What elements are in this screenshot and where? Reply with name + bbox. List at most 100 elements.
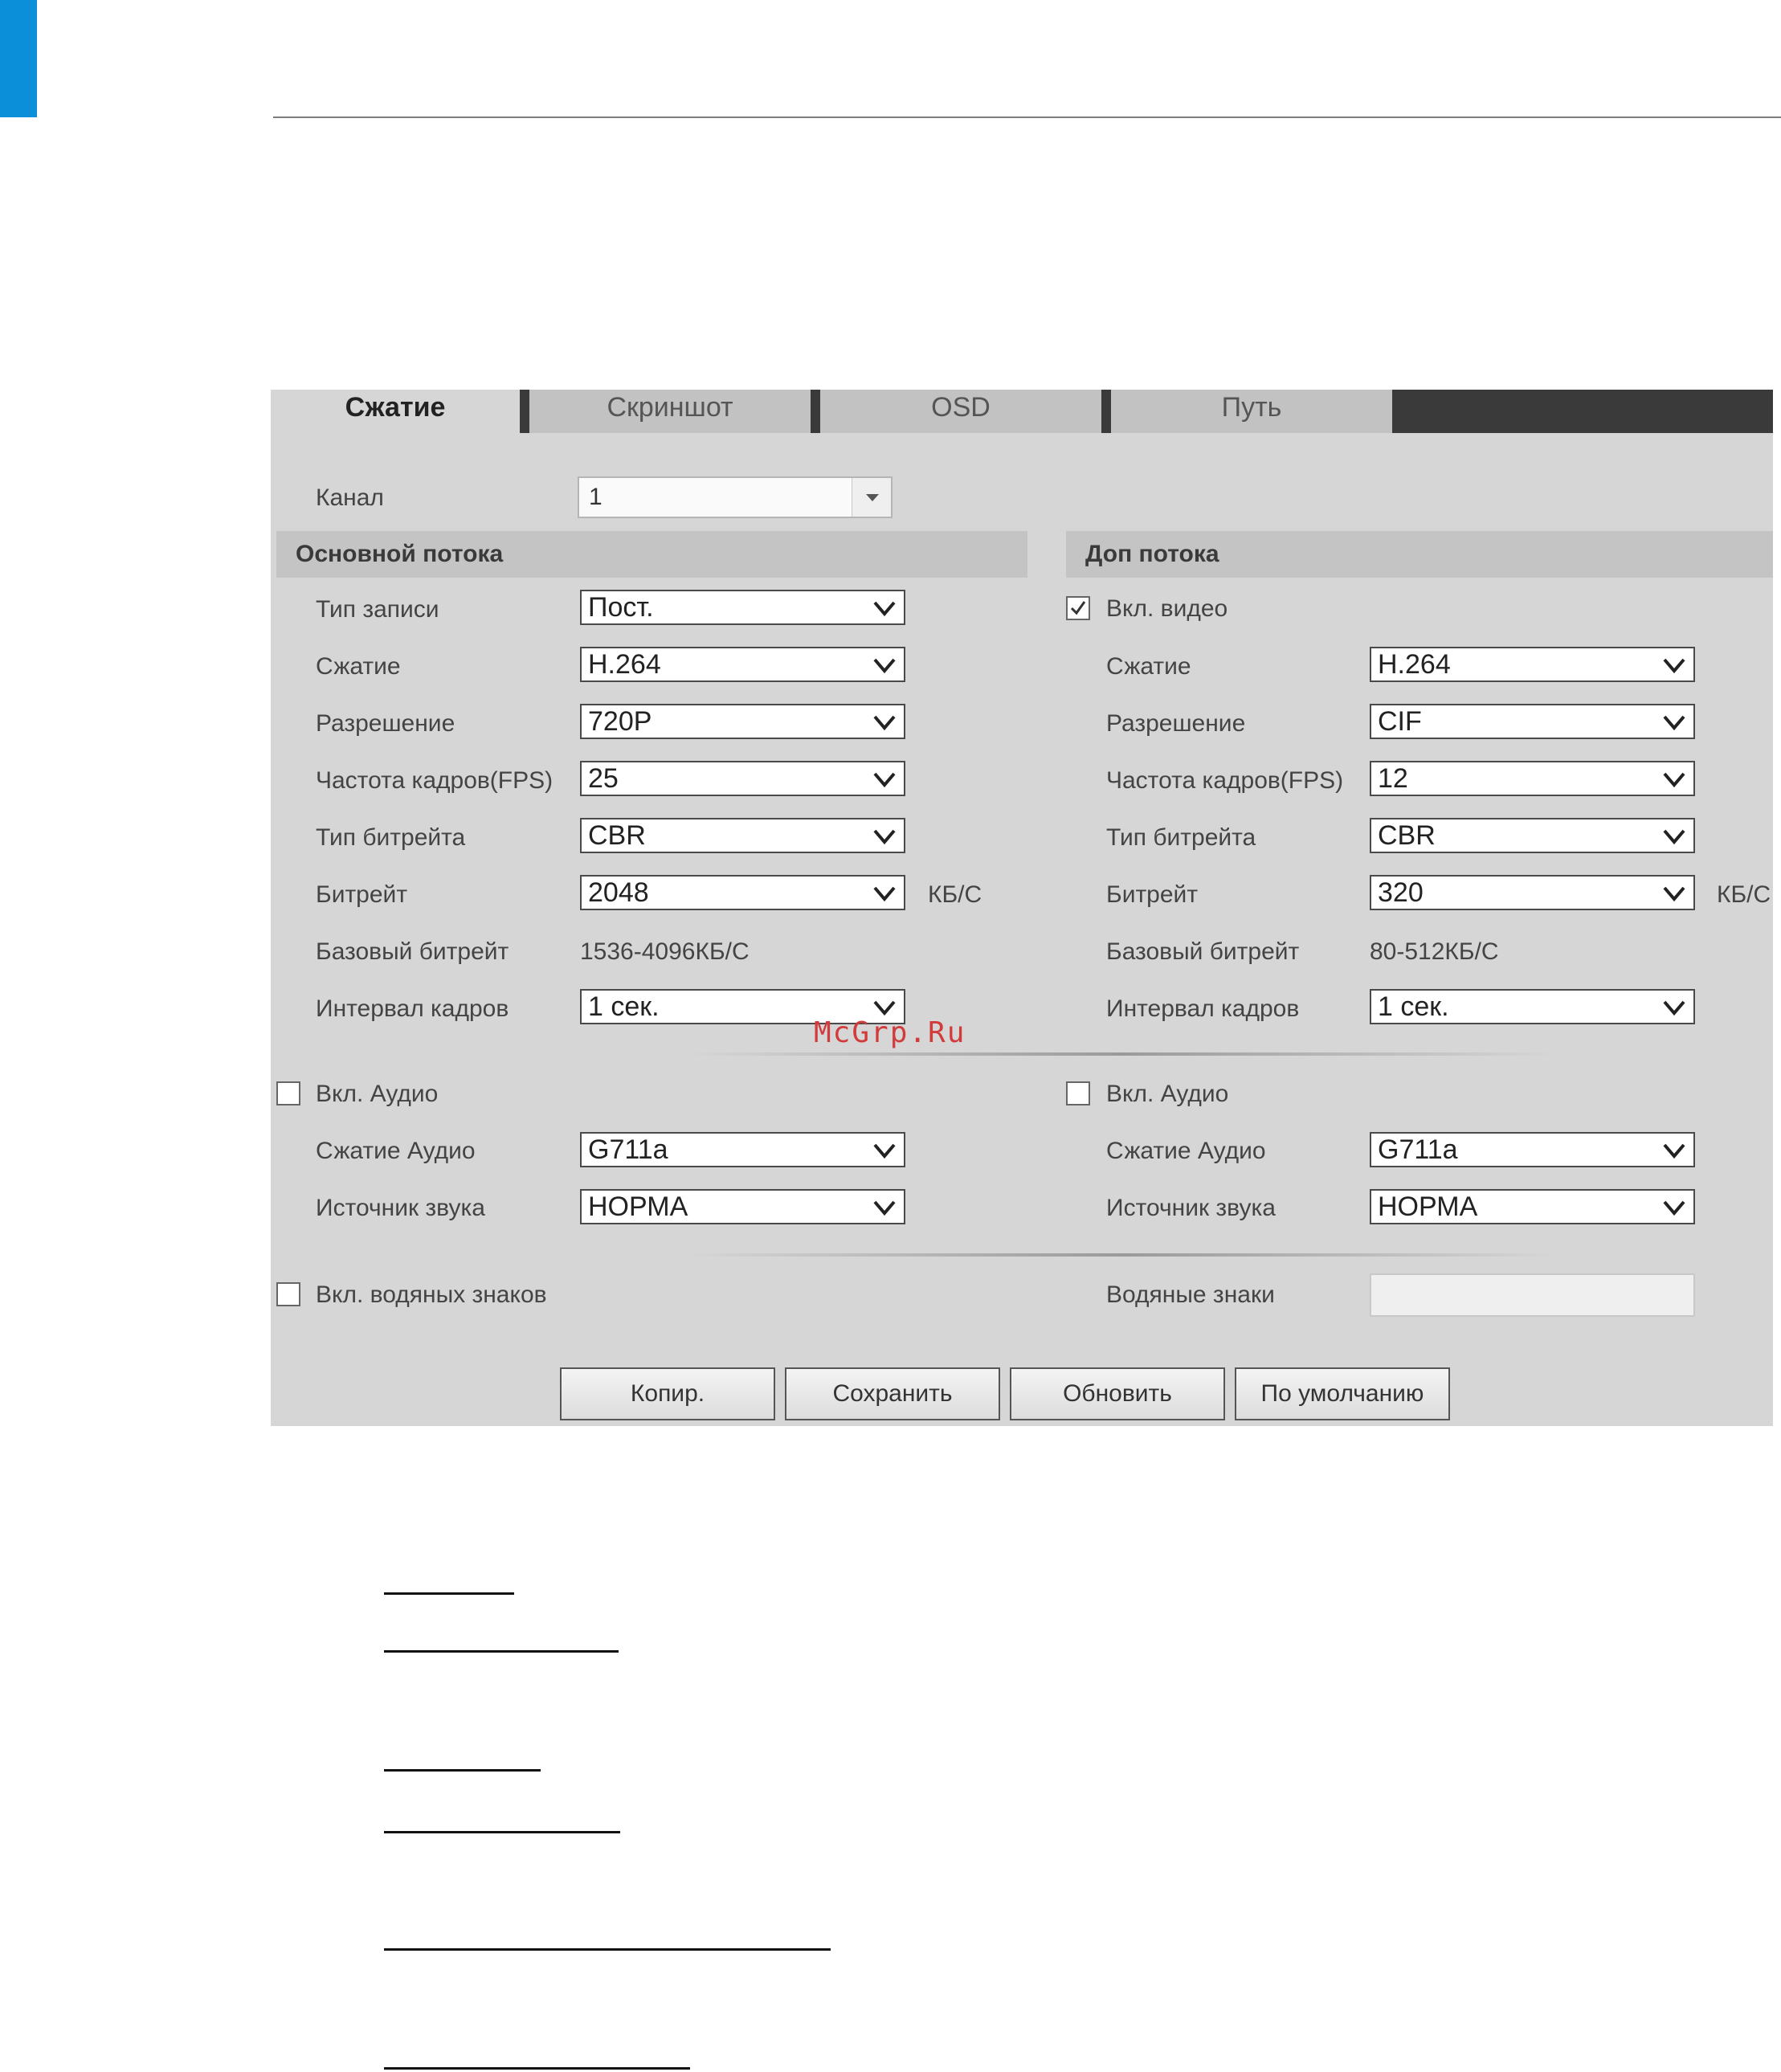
- select-value: 1 сек.: [588, 991, 660, 1022]
- field-select[interactable]: 720P: [580, 704, 905, 739]
- chevron-down-icon: [1663, 1200, 1685, 1216]
- field-label: Битрейт: [1106, 881, 1199, 908]
- sub-video-enable-label: Вкл. видео: [1106, 595, 1228, 622]
- tab-bar-fill: [1392, 390, 1773, 433]
- channel-value: 1: [589, 484, 603, 510]
- tab-bar: Сжатие Скриншот OSD Путь: [271, 390, 1773, 433]
- accent-bar: [0, 0, 37, 117]
- chevron-down-icon[interactable]: [852, 478, 891, 517]
- field-label: Тип битрейта: [1106, 824, 1256, 851]
- field-label: Битрейт: [316, 881, 408, 908]
- channel-select[interactable]: 1: [578, 476, 893, 518]
- sub-audio-source-select[interactable]: НОРМА: [1370, 1189, 1695, 1224]
- select-value: НОРМА: [1378, 1191, 1478, 1222]
- base-bitrate-value: 80-512КБ/С: [1370, 938, 1499, 965]
- underline-stub: [384, 1948, 831, 1951]
- field-label: Базовый битрейт: [316, 938, 509, 965]
- watermark-text-label: Водяные знаки: [1106, 1281, 1275, 1308]
- tab-separator: [1101, 390, 1111, 433]
- field-label: Сжатие: [1106, 653, 1191, 680]
- select-value: CBR: [1378, 820, 1436, 851]
- default-button[interactable]: По умолчанию: [1235, 1367, 1450, 1420]
- field-select[interactable]: CBR: [1370, 818, 1695, 853]
- main-audio-source-select[interactable]: НОРМА: [580, 1189, 905, 1224]
- channel-label: Канал: [316, 484, 384, 511]
- sub-audio-source-label: Источник звука: [1106, 1195, 1276, 1221]
- main-audio-enable-label: Вкл. Аудио: [316, 1081, 439, 1107]
- underline-stub: [384, 1769, 541, 1772]
- field-label: Сжатие: [316, 653, 401, 680]
- sub-audio-enable-label: Вкл. Аудио: [1106, 1081, 1229, 1107]
- underline-stub: [384, 2067, 690, 2070]
- chevron-down-icon: [1663, 715, 1685, 731]
- chevron-down-icon: [1663, 1000, 1685, 1016]
- select-value: 320: [1378, 877, 1424, 908]
- field-label: Разрешение: [316, 710, 455, 737]
- tab-screenshot[interactable]: Скриншот: [529, 390, 811, 433]
- divider: [688, 1253, 1556, 1257]
- field-label: Базовый битрейт: [1106, 938, 1300, 965]
- field-select[interactable]: CBR: [580, 818, 905, 853]
- chevron-down-icon: [873, 886, 896, 902]
- select-value: H.264: [1378, 649, 1451, 680]
- chevron-down-icon: [873, 829, 896, 845]
- field-select[interactable]: 320: [1370, 875, 1695, 910]
- field-select[interactable]: 2048: [580, 875, 905, 910]
- select-value: 25: [588, 763, 619, 794]
- select-value: 12: [1378, 763, 1408, 794]
- save-button[interactable]: Сохранить: [785, 1367, 1000, 1420]
- chevron-down-icon: [1663, 829, 1685, 845]
- field-label: Частота кадров(FPS): [1106, 767, 1344, 794]
- tab-osd[interactable]: OSD: [820, 390, 1101, 433]
- select-value: CIF: [1378, 706, 1422, 737]
- select-value: Пост.: [588, 592, 654, 623]
- watermark-text-input[interactable]: [1370, 1273, 1695, 1317]
- select-value: 720P: [588, 706, 652, 737]
- select-value: H.264: [588, 649, 661, 680]
- field-select[interactable]: 12: [1370, 761, 1695, 796]
- main-audio-compression-select[interactable]: G711a: [580, 1132, 905, 1167]
- select-value: CBR: [588, 820, 646, 851]
- underline-stub: [384, 1831, 620, 1833]
- header-rule: [273, 116, 1781, 118]
- checkmark-icon: [1070, 601, 1086, 615]
- chevron-down-icon: [873, 1143, 896, 1159]
- site-watermark: McGrp.Ru: [814, 1016, 966, 1049]
- sub-audio-compression-select[interactable]: G711a: [1370, 1132, 1695, 1167]
- main-audio-compression-label: Сжатие Аудио: [316, 1138, 476, 1164]
- bitrate-unit: КБ/С: [928, 881, 982, 908]
- underline-stub: [384, 1592, 514, 1595]
- select-value: G711a: [1378, 1134, 1458, 1165]
- main-audio-enable-checkbox[interactable]: [276, 1081, 300, 1105]
- sub-video-enable-checkbox[interactable]: [1066, 596, 1090, 620]
- select-value: G711a: [588, 1134, 668, 1165]
- field-label: Тип записи: [316, 596, 439, 623]
- copy-button[interactable]: Копир.: [560, 1367, 775, 1420]
- tab-compression[interactable]: Сжатие: [271, 390, 520, 433]
- field-select[interactable]: Пост.: [580, 590, 905, 625]
- field-label: Тип битрейта: [316, 824, 466, 851]
- chevron-down-icon: [873, 601, 896, 617]
- divider: [688, 1052, 1556, 1056]
- chevron-down-icon: [1663, 658, 1685, 674]
- field-label: Разрешение: [1106, 710, 1246, 737]
- chevron-down-icon: [1663, 772, 1685, 788]
- select-value: НОРМА: [588, 1191, 688, 1222]
- chevron-down-icon: [873, 715, 896, 731]
- field-select[interactable]: H.264: [1370, 647, 1695, 682]
- sub-audio-enable-checkbox[interactable]: [1066, 1081, 1090, 1105]
- chevron-down-icon: [1663, 1143, 1685, 1159]
- field-label: Частота кадров(FPS): [316, 767, 553, 794]
- watermark-enable-checkbox[interactable]: [276, 1282, 300, 1306]
- field-select[interactable]: CIF: [1370, 704, 1695, 739]
- tab-separator: [520, 390, 529, 433]
- bitrate-unit: КБ/С: [1717, 881, 1771, 908]
- sub-stream-header: Доп потока: [1066, 531, 1773, 578]
- field-select[interactable]: 1 сек.: [1370, 989, 1695, 1024]
- chevron-down-icon: [873, 1200, 896, 1216]
- field-select[interactable]: 25: [580, 761, 905, 796]
- refresh-button[interactable]: Обновить: [1010, 1367, 1225, 1420]
- main-stream-header: Основной потока: [276, 531, 1027, 578]
- field-select[interactable]: H.264: [580, 647, 905, 682]
- tab-path[interactable]: Путь: [1111, 390, 1392, 433]
